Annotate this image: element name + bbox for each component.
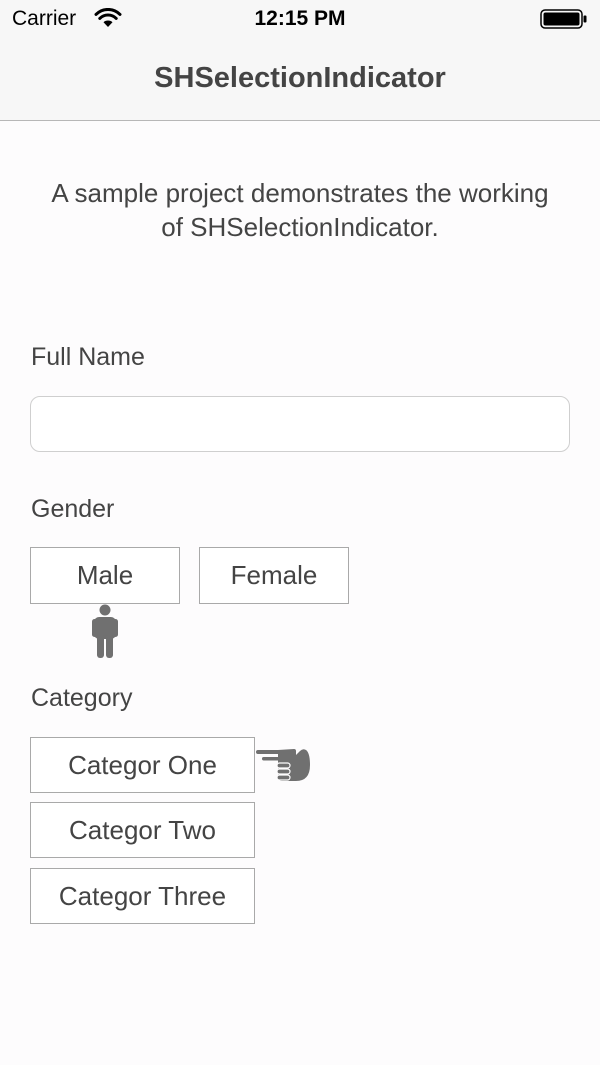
gender-label: Gender — [31, 495, 115, 523]
pointing-hand-icon — [256, 749, 310, 781]
category-three-button[interactable]: Categor Three — [30, 868, 255, 924]
page-title: SHSelectionIndicator — [154, 62, 446, 94]
full-name-label: Full Name — [31, 343, 145, 371]
gender-male-button[interactable]: Male — [30, 547, 180, 604]
status-bar: Carrier 12:15 PM — [0, 0, 600, 40]
navigation-bar: SHSelectionIndicator — [0, 40, 600, 121]
category-label: Category — [31, 684, 133, 712]
description-text: A sample project demonstrates the workin… — [51, 178, 549, 242]
clock: 12:15 PM — [254, 7, 346, 30]
category-two-button[interactable]: Categor Two — [30, 802, 255, 858]
battery-icon — [540, 9, 587, 29]
category-one-button[interactable]: Categor One — [30, 737, 255, 793]
male-person-icon — [92, 604, 118, 658]
gender-female-button[interactable]: Female — [199, 547, 349, 604]
full-name-input[interactable] — [30, 396, 570, 452]
